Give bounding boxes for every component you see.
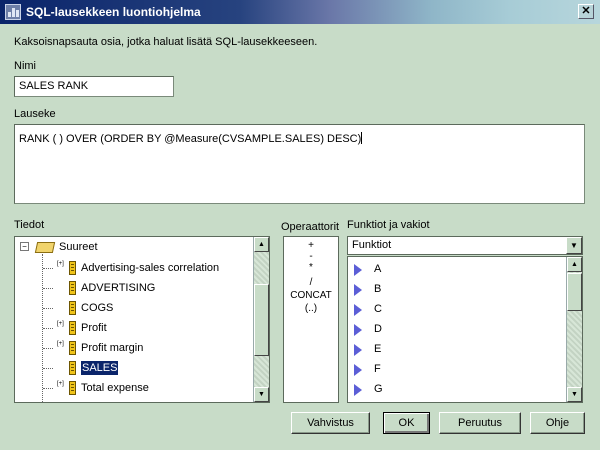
expression-label: Lauseke [14, 108, 56, 120]
function-category-label: F [374, 363, 381, 375]
function-category-item[interactable]: F [354, 359, 554, 379]
triangle-right-icon [354, 344, 362, 356]
tree-item[interactable]: [+] Advertising-sales correlation [15, 258, 253, 278]
expand-icon[interactable]: [+] [57, 381, 64, 387]
measure-icon [69, 301, 76, 315]
function-category-label: B [374, 283, 382, 295]
triangle-right-icon [354, 324, 362, 336]
function-category-label: C [374, 303, 382, 315]
tree-item-label: ADVERTISING [81, 282, 156, 294]
expand-icon[interactable]: [+] [57, 341, 64, 347]
instructions-text: Kaksoisnapsauta osia, jotka haluat lisät… [14, 36, 318, 48]
scroll-up-button[interactable]: ▲ [567, 257, 582, 272]
operators-label: Operaattorit [281, 221, 340, 233]
tree-item-label: SALES [81, 361, 119, 375]
triangle-right-icon [354, 304, 362, 316]
function-category-item[interactable]: G [354, 379, 554, 399]
measure-icon [69, 381, 76, 395]
operator-divide[interactable]: / [284, 277, 338, 288]
measure-icon [69, 321, 76, 335]
close-button[interactable]: ✕ [578, 4, 594, 19]
scroll-thumb[interactable] [567, 273, 582, 311]
triangle-right-icon [354, 264, 362, 276]
help-button[interactable]: Ohje [530, 412, 585, 434]
tree-item[interactable]: [+] Profit margin [15, 338, 253, 358]
function-category-label: G [374, 383, 383, 395]
tree-item[interactable]: SALES [15, 358, 253, 378]
function-category-label: E [374, 343, 382, 355]
operator-concat[interactable]: CONCAT [284, 290, 338, 301]
tree-connector [43, 308, 53, 309]
measure-icon [69, 281, 76, 295]
ok-button[interactable]: OK [383, 412, 430, 434]
name-label: Nimi [14, 60, 36, 72]
tree-item[interactable]: [+] Profit [15, 318, 253, 338]
tree-connector [43, 368, 53, 369]
folder-icon [34, 242, 56, 253]
function-category-item[interactable]: A [354, 259, 554, 279]
functions-dropdown[interactable]: Funktiot ▼ [347, 236, 583, 255]
functions-scrollbar[interactable]: ▲ ▼ [566, 257, 582, 402]
triangle-right-icon [354, 284, 362, 296]
measure-icon [69, 341, 76, 355]
operator-multiply[interactable]: * [284, 262, 338, 273]
measure-icon [69, 361, 76, 375]
operator-plus[interactable]: + [284, 240, 338, 251]
tree-item-label: COGS [81, 302, 114, 314]
scroll-down-button[interactable]: ▼ [254, 387, 269, 402]
expand-icon[interactable]: [+] [57, 321, 64, 327]
tree-item[interactable]: [+] Total expense [15, 378, 253, 398]
tree-item[interactable]: ADVERTISING [15, 278, 253, 298]
function-category-label: D [374, 323, 382, 335]
functions-list[interactable]: ABCDEFG ▲ ▼ [347, 256, 583, 403]
tree-root-label: Suureet [59, 241, 98, 253]
tree-item-label: Advertising-sales correlation [81, 262, 220, 274]
functions-dropdown-value: Funktiot [352, 239, 392, 251]
data-tree-scrollbar[interactable]: ▲ ▼ [253, 237, 269, 402]
scroll-down-button[interactable]: ▼ [567, 387, 582, 402]
function-category-label: A [374, 263, 382, 275]
chevron-down-icon[interactable]: ▼ [566, 237, 582, 254]
measure-icon [69, 261, 76, 275]
expression-textarea[interactable]: RANK ( ) OVER (ORDER BY @Measure(CVSAMPL… [14, 124, 585, 204]
tree-item-label: Total expense [81, 382, 149, 394]
tree-connector [43, 288, 53, 289]
window-title: SQL-lausekkeen luontiohjelma [26, 5, 201, 19]
operator-parentheses[interactable]: (..) [284, 303, 338, 314]
functions-label: Funktiot ja vakiot [347, 219, 430, 231]
expression-text: RANK ( ) OVER (ORDER BY @Measure(CVSAMPL… [19, 133, 362, 145]
operators-list[interactable]: + - * / CONCAT (..) [283, 236, 339, 403]
cancel-button[interactable]: Peruutus [439, 412, 521, 434]
function-category-item[interactable]: B [354, 279, 554, 299]
name-input[interactable]: SALES RANK [14, 76, 174, 97]
tree-connector [43, 268, 53, 269]
function-category-item[interactable]: C [354, 299, 554, 319]
tree-connector [43, 348, 53, 349]
text-cursor [361, 132, 363, 144]
operator-minus[interactable]: - [284, 251, 338, 262]
function-category-item[interactable]: E [354, 339, 554, 359]
scroll-up-button[interactable]: ▲ [254, 237, 269, 252]
expand-icon[interactable]: [+] [57, 261, 64, 267]
triangle-right-icon [354, 384, 362, 396]
app-icon [5, 4, 21, 20]
collapse-icon[interactable]: − [20, 242, 29, 251]
triangle-right-icon [354, 364, 362, 376]
data-label: Tiedot [14, 219, 45, 231]
tree-connector [43, 388, 53, 389]
function-category-item[interactable]: D [354, 319, 554, 339]
validate-button[interactable]: Vahvistus [291, 412, 370, 434]
data-tree[interactable]: − Suureet [+] Advertising-sales correlati… [14, 236, 270, 403]
tree-item-label: Profit margin [81, 342, 144, 354]
title-bar: SQL-lausekkeen luontiohjelma ✕ [0, 0, 600, 24]
tree-item[interactable]: COGS [15, 298, 253, 318]
scroll-thumb[interactable] [254, 284, 269, 356]
tree-root-suureet[interactable]: − Suureet [15, 237, 253, 257]
tree-item-label: Profit [81, 322, 107, 334]
tree-connector [43, 328, 53, 329]
